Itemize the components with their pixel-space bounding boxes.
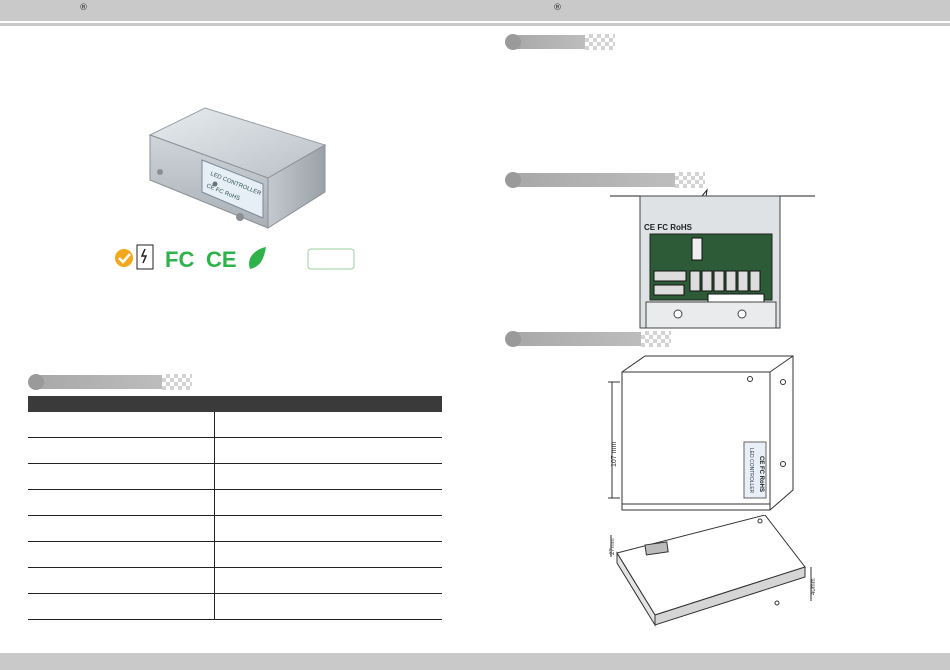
- table-row: [28, 463, 442, 490]
- certification-logos: FC CE: [110, 243, 360, 275]
- table-cell-value: [214, 463, 442, 490]
- dimension-label-text: LED CONTROLLER: [748, 448, 754, 494]
- table-cell-value: [214, 567, 442, 594]
- top-rule: [0, 23, 950, 26]
- table-row: [28, 437, 442, 464]
- svg-text:CE: CE: [206, 247, 237, 272]
- table-cell-key: [28, 541, 215, 568]
- table-cell-key: [28, 412, 215, 438]
- quality-seal-icon: [115, 249, 133, 267]
- table-cell-key: [28, 567, 215, 594]
- product-photo: LED CONTROLLER CE FC RoHS: [148, 107, 327, 229]
- table-cell-key: [28, 515, 215, 542]
- table-row: [28, 489, 442, 516]
- bottom-footer-bar: [0, 653, 950, 670]
- side-dimension-label: 40mm: [811, 578, 817, 595]
- table-row: [28, 593, 442, 620]
- table-cell-value: [214, 437, 442, 464]
- spec-table: [28, 396, 442, 620]
- top-header-bar: [0, 0, 950, 21]
- table-cell-value: [214, 541, 442, 568]
- ce-icon: CE: [206, 247, 237, 272]
- depth-dimension-label: 27mm: [610, 538, 616, 555]
- height-dimension-label: 107 mm: [611, 442, 618, 467]
- table-cell-key: [28, 437, 215, 464]
- table-cell-value: [214, 412, 442, 438]
- svg-text:FC: FC: [165, 247, 194, 272]
- table-cell-key: [28, 489, 215, 516]
- fcc-icon: FC: [165, 247, 194, 272]
- table-cell-key: [28, 463, 215, 490]
- blank-badge: [307, 248, 355, 270]
- table-cell-value: [214, 515, 442, 542]
- dimension-label-marks: CE FC RoHS: [758, 456, 764, 492]
- table-cell-value: [214, 593, 442, 620]
- table-cell-key: [28, 593, 215, 620]
- wiring-diagram: CE FC RoHS: [610, 188, 815, 329]
- rohs-leaf-icon: [249, 247, 266, 269]
- table-row: [28, 412, 442, 438]
- table-row: [28, 515, 442, 542]
- table-cell-value: [214, 489, 442, 516]
- wiring-label-marks: CE FC RoHS: [644, 223, 693, 232]
- table-row: [28, 567, 442, 594]
- table-row: [28, 541, 442, 568]
- dimension-drawing-side: 27mm 40mm: [610, 515, 817, 627]
- spec-table-header: [28, 396, 442, 412]
- registered-mark-left: ®: [79, 3, 88, 13]
- dimension-drawing-top: 107 mm LED CONTROLLER CE FC RoHS: [608, 355, 794, 511]
- ul-listed-icon: [136, 244, 154, 270]
- registered-mark-right: ®: [553, 3, 562, 13]
